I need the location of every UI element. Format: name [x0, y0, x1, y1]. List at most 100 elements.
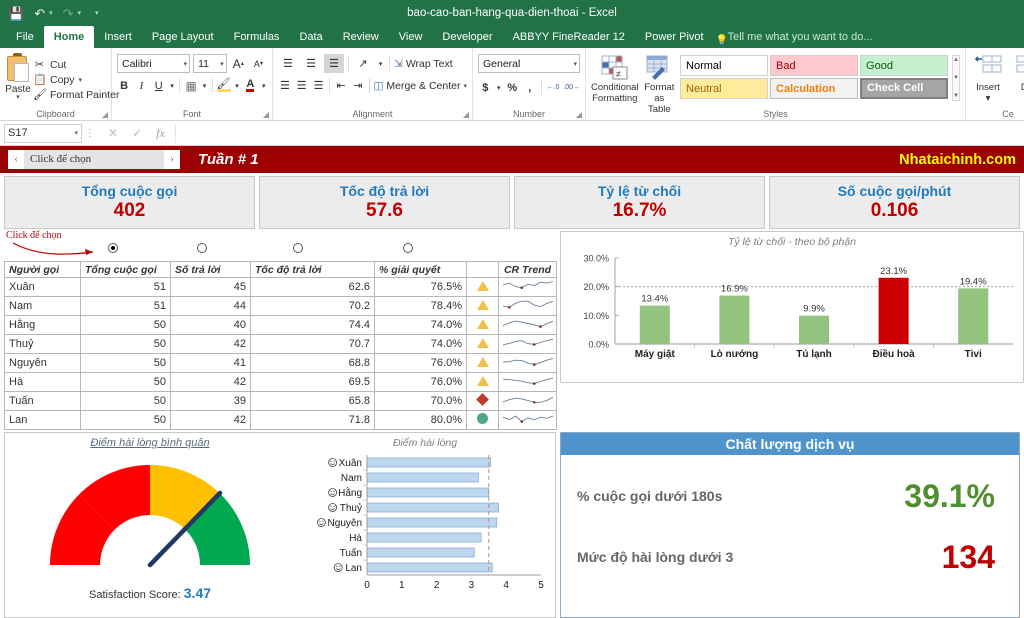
decrease-decimal-button[interactable]: .00→: [563, 78, 580, 97]
name-box-dropdown-icon[interactable]: ▾: [74, 129, 78, 137]
tab-formulas[interactable]: Formulas: [224, 26, 290, 48]
font-color-dropdown-icon[interactable]: ▾: [261, 76, 267, 95]
number-format-value: General: [483, 58, 570, 70]
paste-dropdown-icon[interactable]: ▾: [16, 95, 20, 101]
enter-icon[interactable]: ✓: [132, 126, 142, 140]
tell-me-search[interactable]: 💡 Tell me what you want to do...: [714, 26, 873, 48]
font-color-button[interactable]: A: [243, 76, 257, 95]
cancel-icon[interactable]: ✕: [108, 126, 118, 140]
cell-style-normal[interactable]: Normal: [680, 55, 768, 76]
cell-styles-scrollbar[interactable]: ▲ ▼ ▼: [952, 55, 960, 101]
tab-power-pivot[interactable]: Power Pivot: [635, 26, 714, 48]
clipboard-dialog-launcher[interactable]: ◢: [102, 110, 108, 119]
decrease-indent-button[interactable]: ⇤: [334, 76, 348, 95]
align-top-button[interactable]: ☰: [278, 54, 298, 73]
cell-sparkline: [499, 335, 557, 354]
fill-color-dropdown-icon[interactable]: ▾: [234, 76, 240, 95]
cell-speed: 69.5: [251, 373, 375, 392]
styles-more-icon[interactable]: ▼: [953, 93, 959, 99]
week-slicer[interactable]: ‹ Click để chọn ›: [8, 150, 180, 169]
col-header-caller[interactable]: Người gọi: [5, 262, 81, 278]
wrap-text-button[interactable]: ⇲ Wrap Text: [394, 58, 453, 70]
borders-button[interactable]: ▦: [184, 76, 198, 95]
cell-style-calculation[interactable]: Calculation: [770, 78, 858, 99]
slicer-next-icon[interactable]: ›: [164, 154, 180, 165]
col-header-speed[interactable]: Tốc độ trả lời: [251, 262, 375, 278]
x-axis-category: Tivi: [965, 349, 982, 360]
conditional-formatting-button[interactable]: ≠ Conditional Formatting: [591, 55, 639, 104]
format-as-table-button[interactable]: Format as Table: [643, 55, 677, 115]
orientation-dropdown-icon[interactable]: ▾: [376, 54, 385, 73]
tab-page-layout[interactable]: Page Layout: [142, 26, 224, 48]
sort-radio-speed[interactable]: [293, 243, 303, 253]
tab-file[interactable]: File: [6, 26, 44, 48]
table-row: Hằng504074.474.0%: [5, 316, 557, 335]
font-dialog-launcher[interactable]: ◢: [263, 110, 269, 119]
tab-review[interactable]: Review: [333, 26, 389, 48]
kpi-title: Số cuộc gọi/phút: [838, 183, 952, 199]
fill-color-button[interactable]: 🖌: [217, 76, 231, 95]
orientation-button[interactable]: ↗: [353, 54, 373, 73]
cell-style-good[interactable]: Good: [860, 55, 948, 76]
col-header-answered[interactable]: Số trả lời: [171, 262, 251, 278]
tab-data[interactable]: Data: [289, 26, 332, 48]
paste-button[interactable]: Paste ▾: [5, 51, 31, 108]
currency-dropdown-icon[interactable]: ▾: [496, 78, 503, 97]
delete-cells-button[interactable]: Del ▾: [1011, 55, 1024, 108]
shrink-font-button[interactable]: A▾: [250, 54, 267, 73]
tab-home[interactable]: Home: [44, 26, 95, 48]
percent-style-button[interactable]: %: [505, 78, 520, 97]
tab-developer[interactable]: Developer: [432, 26, 502, 48]
borders-dropdown-icon[interactable]: ▾: [201, 76, 207, 95]
number-dialog-launcher[interactable]: ◢: [576, 110, 582, 119]
copy-dropdown-icon[interactable]: ▾: [79, 76, 83, 84]
cell-style-bad[interactable]: Bad: [770, 55, 858, 76]
align-left-button[interactable]: ☰: [278, 76, 292, 95]
font-size-combo[interactable]: 11▾: [193, 54, 227, 73]
increase-indent-button[interactable]: ⇥: [351, 76, 365, 95]
alignment-dialog-launcher[interactable]: ◢: [463, 110, 469, 119]
copy-button[interactable]: 📋 Copy ▾: [33, 73, 119, 86]
col-header-resolve[interactable]: % giải quyết: [375, 262, 467, 278]
styles-scroll-up-icon[interactable]: ▲: [953, 57, 959, 63]
cell-style-check-cell[interactable]: Check Cell: [860, 78, 948, 99]
underline-dropdown-icon[interactable]: ▾: [169, 76, 175, 95]
increase-decimal-button[interactable]: ←.0: [546, 78, 561, 97]
styles-scroll-down-icon[interactable]: ▼: [953, 75, 959, 81]
comma-style-button[interactable]: ,: [523, 78, 538, 97]
merge-center-button[interactable]: ◫ Merge & Center ▾: [373, 80, 467, 92]
col-header-total-calls[interactable]: Tổng cuộc gọi: [81, 262, 171, 278]
sort-radio-resolve[interactable]: [403, 243, 413, 253]
italic-button[interactable]: I: [134, 76, 148, 95]
align-bottom-button[interactable]: ☰: [324, 54, 344, 73]
merge-dropdown-icon[interactable]: ▾: [463, 82, 467, 90]
cut-button[interactable]: ✂ Cut: [33, 58, 119, 71]
col-header-cr-trend[interactable]: CR Trend: [499, 262, 557, 278]
sort-radio-answered[interactable]: [197, 243, 207, 253]
col-header-status[interactable]: [467, 262, 499, 278]
sort-radio-total-calls[interactable]: [108, 243, 118, 253]
tab-insert[interactable]: Insert: [94, 26, 142, 48]
align-center-button[interactable]: ☰: [295, 76, 309, 95]
grow-font-button[interactable]: A▴: [230, 54, 247, 73]
font-family-combo[interactable]: Calibri▾: [117, 54, 190, 73]
tab-abbyy-finereader[interactable]: ABBYY FineReader 12: [503, 26, 635, 48]
y-axis-category: Xuân: [339, 458, 362, 469]
align-right-button[interactable]: ☰: [312, 76, 326, 95]
name-box[interactable]: S17 ▾: [4, 124, 82, 143]
underline-button[interactable]: U: [152, 76, 166, 95]
bold-button[interactable]: B: [117, 76, 131, 95]
number-format-combo[interactable]: General▾: [478, 54, 580, 73]
align-middle-button[interactable]: ☰: [301, 54, 321, 73]
tab-view[interactable]: View: [389, 26, 433, 48]
formula-bar-grip[interactable]: ⋮: [82, 128, 98, 139]
insert-function-icon[interactable]: fx: [156, 126, 165, 141]
currency-button[interactable]: $: [478, 78, 493, 97]
format-painter-button[interactable]: 🖌 Format Painter: [33, 88, 119, 101]
y-axis-category: Tuấn: [340, 547, 362, 559]
cell-style-neutral[interactable]: Neutral: [680, 78, 768, 99]
insert-cells-button[interactable]: Insert ▾: [971, 55, 1005, 108]
slicer-prev-icon[interactable]: ‹: [8, 154, 24, 165]
slicer-label[interactable]: Click để chọn: [24, 150, 164, 169]
insert-dropdown-icon[interactable]: ▾: [986, 93, 991, 104]
